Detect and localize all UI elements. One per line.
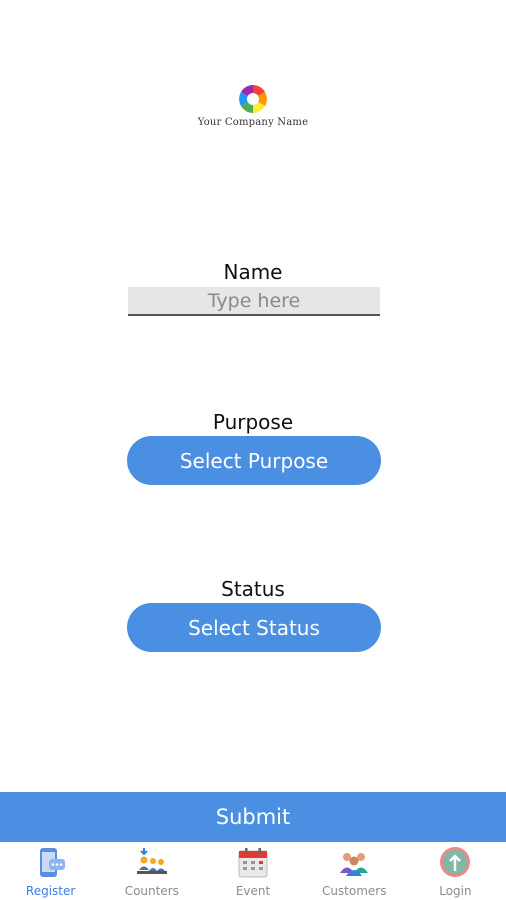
submit-button[interactable]: Submit <box>0 792 506 842</box>
nav-item-register[interactable]: Register <box>0 842 101 900</box>
name-input[interactable] <box>128 287 380 316</box>
select-status-button[interactable]: Select Status <box>127 603 381 652</box>
nav-label-event: Event <box>235 884 271 898</box>
nav-item-customers[interactable]: Customers <box>304 842 405 900</box>
nav-label-customers: Customers <box>321 884 387 898</box>
phone-chat-icon <box>39 848 65 877</box>
customers-group-icon <box>340 853 369 876</box>
nav-item-login[interactable]: Login <box>405 842 506 900</box>
aperture-logo-icon <box>239 85 267 113</box>
status-label: Status <box>221 577 285 601</box>
nav-label-counters: Counters <box>124 884 179 898</box>
counters-people-icon <box>136 848 167 874</box>
select-purpose-button[interactable]: Select Purpose <box>127 436 381 485</box>
nav-item-counters[interactable]: Counters <box>101 842 202 900</box>
bottom-nav: Register Counters Event Customers Login <box>0 842 506 900</box>
purpose-label: Purpose <box>212 410 294 434</box>
nav-label-register: Register <box>25 884 76 898</box>
nav-item-event[interactable]: Event <box>202 842 303 900</box>
company-logo: Your Company Name <box>0 84 506 128</box>
calendar-icon <box>238 848 268 878</box>
company-name: Your Company Name <box>197 117 309 128</box>
login-arrow-icon <box>440 847 471 877</box>
name-label: Name <box>223 260 283 284</box>
nav-label-login: Login <box>439 884 472 898</box>
